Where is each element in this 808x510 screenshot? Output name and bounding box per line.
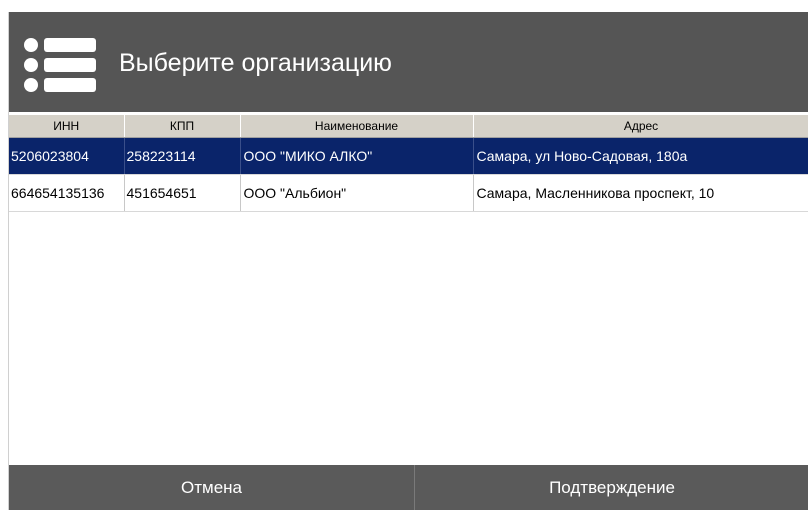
- table-header-row: ИНН КПП Наименование Адрес: [9, 115, 808, 138]
- cell-address: Самара, ул Ново-Садовая, 180а: [473, 137, 808, 175]
- dialog-header: Выберите организацию: [9, 12, 808, 112]
- column-header-address[interactable]: Адрес: [473, 115, 808, 138]
- select-organization-dialog: Выберите организацию ИНН КПП Наименовани…: [8, 12, 808, 510]
- column-header-name[interactable]: Наименование: [240, 115, 474, 138]
- cell-address: Самара, Масленникова проспект, 10: [473, 174, 808, 212]
- organizations-table: ИНН КПП Наименование Адрес 5206023804 25…: [9, 115, 808, 465]
- table-row[interactable]: 664654135136 451654651 ООО "Альбион" Сам…: [9, 174, 808, 212]
- dialog-title: Выберите организацию: [119, 49, 392, 77]
- cell-name: ООО "Альбион": [240, 174, 474, 212]
- column-header-kpp[interactable]: КПП: [124, 115, 241, 138]
- dialog-footer: Отмена Подтверждение: [9, 465, 808, 510]
- cell-inn: 5206023804: [9, 137, 125, 175]
- cell-kpp: 451654651: [124, 174, 241, 212]
- cell-kpp: 258223114: [124, 137, 241, 175]
- confirm-button[interactable]: Подтверждение: [415, 465, 808, 510]
- list-icon: [24, 38, 96, 92]
- cell-inn: 664654135136: [9, 174, 125, 212]
- table-row[interactable]: 5206023804 258223114 ООО "МИКО АЛКО" Сам…: [9, 137, 808, 175]
- cell-name: ООО "МИКО АЛКО": [240, 137, 474, 175]
- cancel-button[interactable]: Отмена: [9, 465, 415, 510]
- column-header-inn[interactable]: ИНН: [9, 115, 125, 138]
